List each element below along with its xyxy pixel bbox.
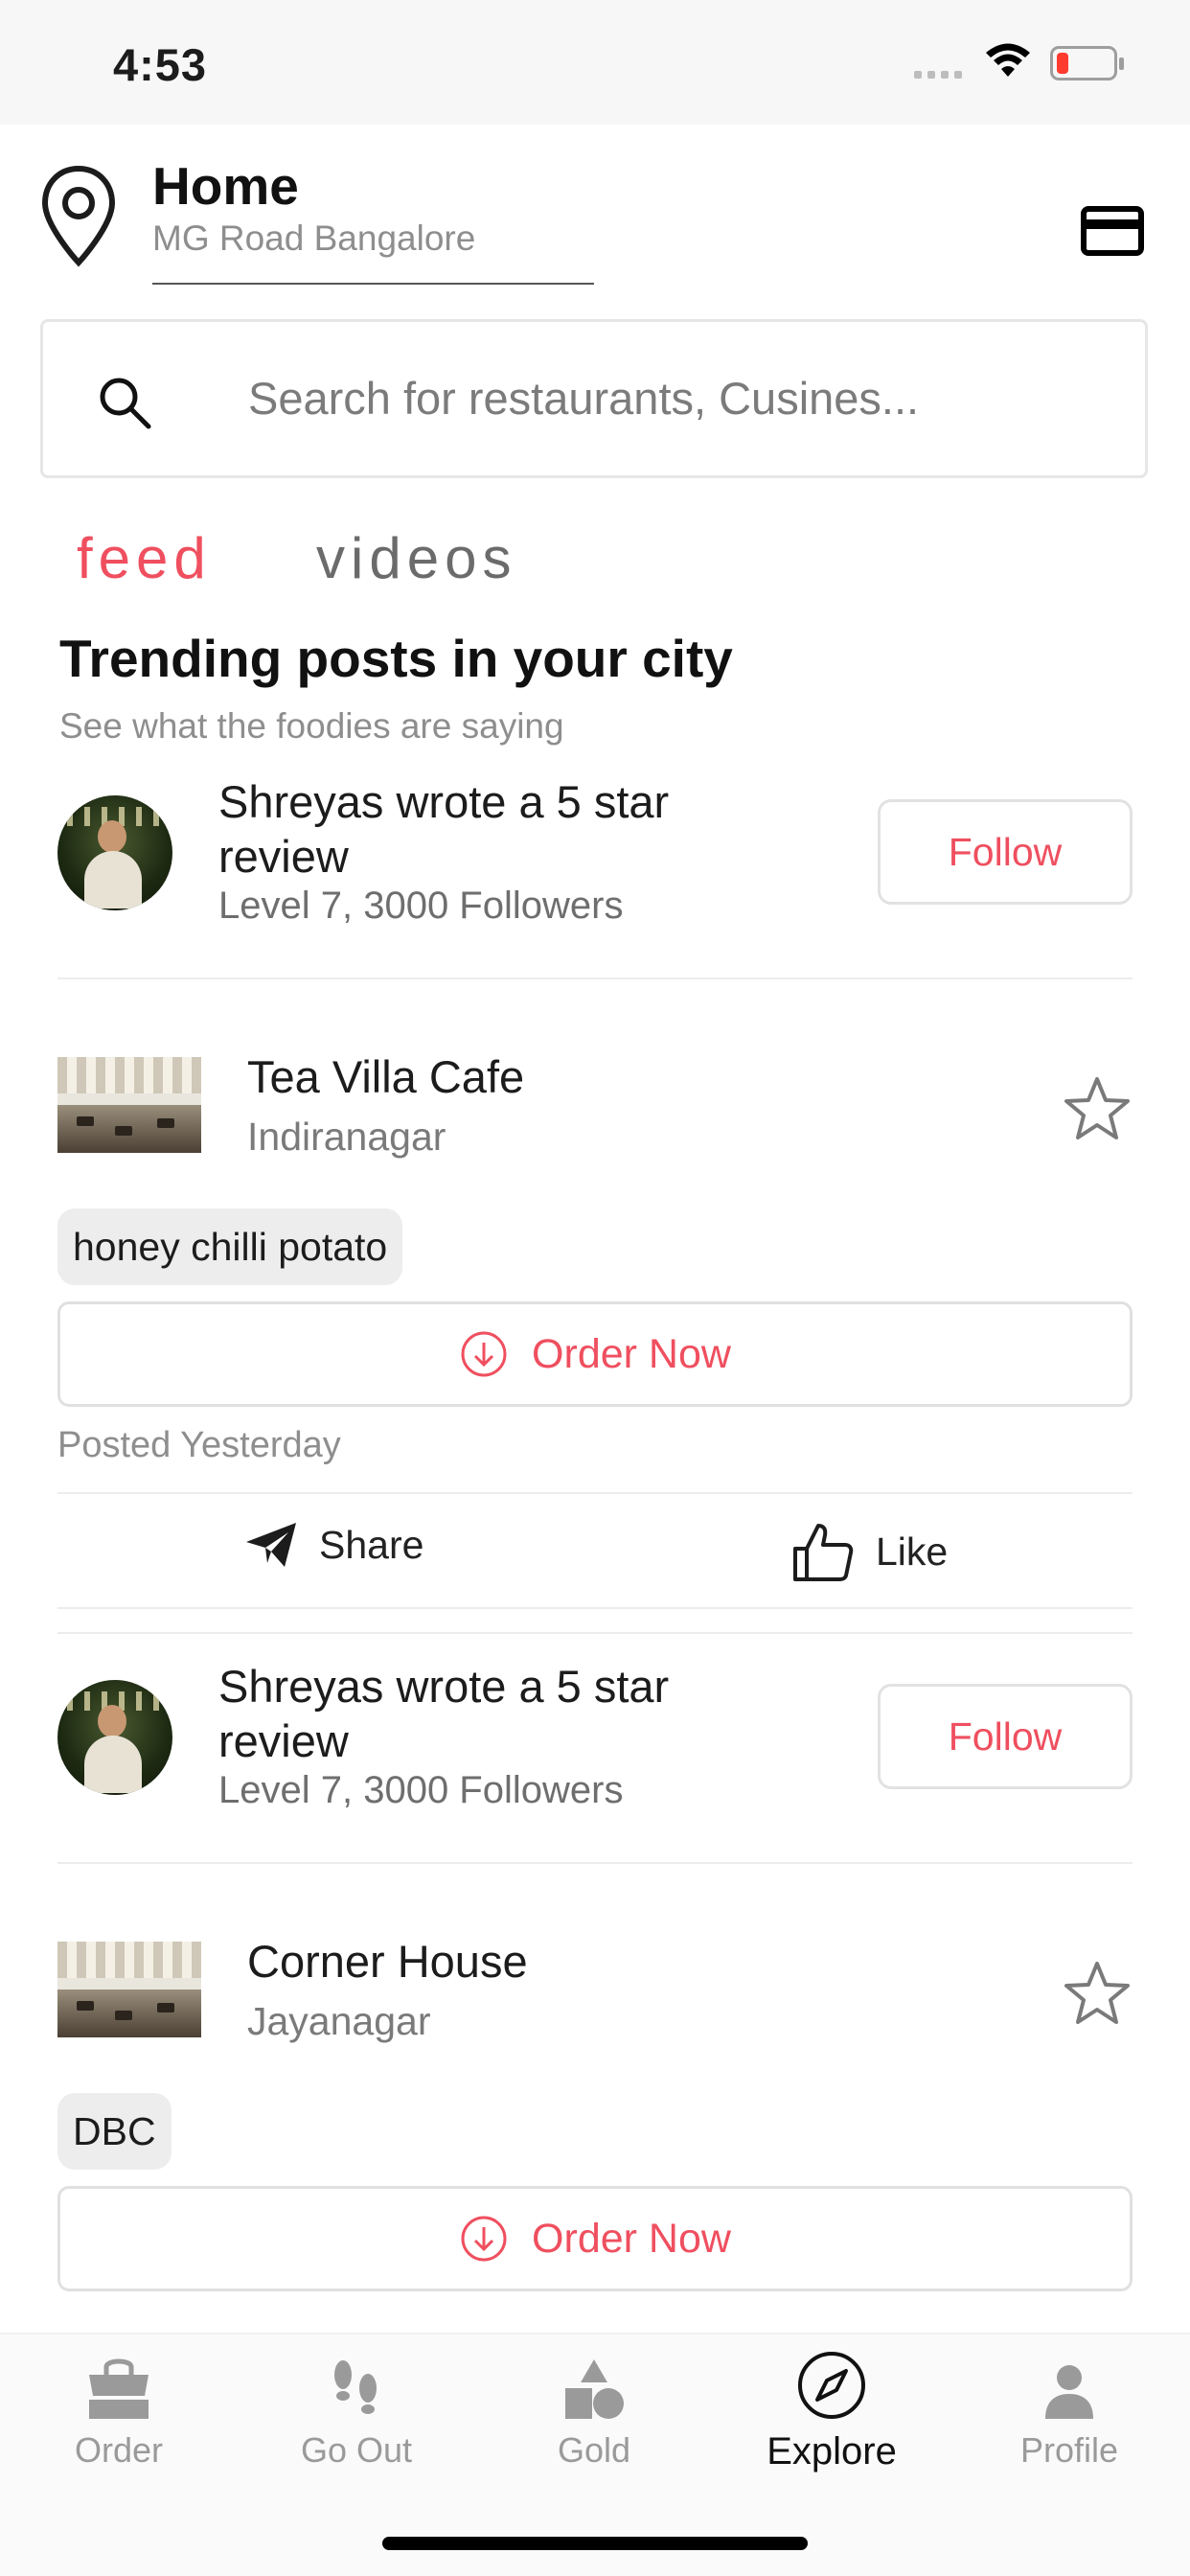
battery-icon: [1050, 46, 1124, 80]
follow-button[interactable]: Follow: [878, 1684, 1133, 1789]
review-text: Shreyas wrote a 5 star review: [218, 776, 670, 882]
credit-card-icon[interactable]: [1081, 206, 1144, 256]
restaurant-image[interactable]: [57, 1942, 201, 2037]
location-title[interactable]: Home: [152, 155, 299, 217]
download-circle-icon: [461, 1331, 507, 1377]
shopping-bag-icon: [89, 2358, 149, 2419]
location-subtitle[interactable]: MG Road Bangalore: [152, 218, 475, 259]
nav-go-out[interactable]: Go Out: [238, 2334, 475, 2478]
review-text: Shreyas wrote a 5 star review: [218, 1661, 670, 1766]
order-now-button[interactable]: Order Now: [57, 2186, 1133, 2291]
cellular-signal-icon: [914, 71, 962, 79]
star-icon[interactable]: [1064, 1075, 1131, 1142]
compass-icon: [798, 2352, 865, 2419]
dish-tag[interactable]: DBC: [57, 2093, 172, 2170]
divider: [57, 1862, 1133, 1864]
tab-videos[interactable]: videos: [316, 525, 516, 591]
restaurant-area: Jayanagar: [247, 1999, 431, 2043]
nav-profile[interactable]: Profile: [950, 2334, 1188, 2478]
status-bar: 4:53: [0, 0, 1190, 125]
order-now-button[interactable]: Order Now: [57, 1301, 1133, 1407]
order-now-label: Order Now: [532, 2215, 731, 2262]
search-input[interactable]: Search for restaurants, Cusines...: [248, 372, 919, 425]
person-icon: [1045, 2365, 1093, 2419]
footprints-icon: [334, 2360, 377, 2414]
order-now-label: Order Now: [532, 1330, 731, 1377]
divider: [57, 1632, 1133, 1634]
reviewer-meta: Level 7, 3000 Followers: [218, 885, 624, 927]
nav-go-out-label: Go Out: [300, 2430, 413, 2470]
search-icon: [100, 378, 151, 429]
nav-order-label: Order: [74, 2430, 164, 2470]
nav-explore-label: Explore: [767, 2430, 897, 2472]
thumbs-up-icon: [793, 1524, 854, 1581]
posted-time: Posted Yesterday: [57, 1425, 341, 1465]
nav-explore[interactable]: Explore: [713, 2334, 950, 2478]
location-underline: [152, 283, 594, 285]
restaurant-area: Indiranagar: [247, 1115, 446, 1159]
divider: [57, 1492, 1133, 1494]
nav-gold[interactable]: Gold: [475, 2334, 713, 2478]
shapes-icon: [565, 2359, 624, 2419]
share-button[interactable]: Share: [244, 1521, 423, 1569]
divider: [57, 978, 1133, 979]
star-icon[interactable]: [1064, 1960, 1131, 2027]
nav-profile-label: Profile: [1019, 2430, 1119, 2470]
nav-order[interactable]: Order: [0, 2334, 238, 2478]
share-label: Share: [319, 1522, 424, 1567]
dish-tag[interactable]: honey chilli potato: [57, 1208, 403, 1285]
follow-button[interactable]: Follow: [878, 799, 1133, 905]
nav-gold-label: Gold: [557, 2430, 631, 2470]
avatar[interactable]: [57, 795, 172, 910]
restaurant-name[interactable]: Corner House: [247, 1935, 528, 1988]
like-button[interactable]: Like: [791, 1520, 948, 1583]
wifi-icon: [986, 43, 1030, 77]
section-subtitle: See what the foodies are saying: [59, 706, 564, 746]
home-indicator[interactable]: [382, 2537, 808, 2550]
avatar[interactable]: [57, 1680, 172, 1795]
status-time: 4:53: [113, 39, 208, 90]
restaurant-image[interactable]: [57, 1057, 201, 1153]
download-circle-icon: [461, 2216, 507, 2262]
search-bar[interactable]: Search for restaurants, Cusines...: [40, 319, 1148, 478]
tab-feed[interactable]: feed: [77, 525, 212, 591]
divider: [57, 1607, 1133, 1609]
location-pin-icon[interactable]: [40, 165, 117, 268]
restaurant-name[interactable]: Tea Villa Cafe: [247, 1050, 524, 1103]
like-label: Like: [876, 1529, 949, 1574]
reviewer-meta: Level 7, 3000 Followers: [218, 1769, 624, 1811]
section-title: Trending posts in your city: [59, 629, 733, 688]
paper-plane-icon: [246, 1523, 296, 1567]
